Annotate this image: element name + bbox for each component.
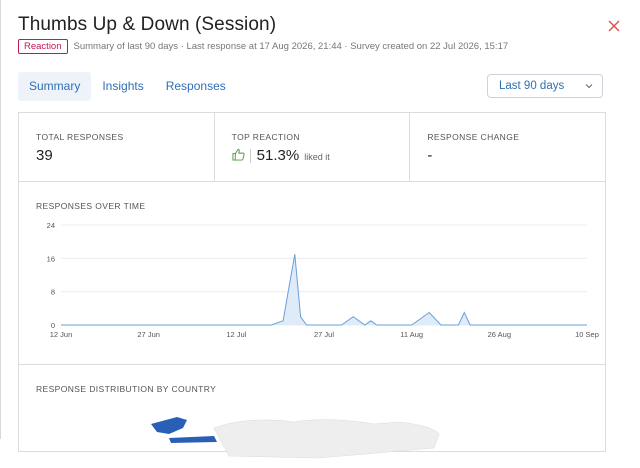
y-tick-label: 24 [47,221,55,230]
summary-panel: TOTAL RESPONSES 39 TOP REACTION 51.3% li… [18,112,606,459]
x-tick-label: 12 Jul [226,330,246,339]
tab-bar: Summary Insights Responses [18,72,237,101]
x-tick-label: 27 Jun [137,330,160,339]
series-line [61,254,587,326]
y-tick-label: 0 [51,321,55,330]
stat-value: 39 [36,147,53,164]
section-title: RESPONSE DISTRIBUTION BY COUNTRY [36,384,217,394]
page-title: Thumbs Up & Down (Session) [18,14,277,35]
tab-insights[interactable]: Insights [91,72,154,101]
stat-label: TOTAL RESPONSES [36,132,124,142]
x-tick-label: 26 Aug [488,330,511,339]
stat-label: RESPONSE CHANGE [427,132,520,142]
tab-summary[interactable]: Summary [18,72,92,101]
tab-responses[interactable]: Responses [155,72,237,101]
survey-meta-text: Summary of last 90 days · Last response … [73,41,509,52]
close-icon[interactable] [605,17,623,35]
stat-value: - [427,147,433,164]
x-tick-label: 11 Aug [400,330,423,339]
survey-type-badge: Reaction [18,39,68,54]
thumbs-up-icon [232,148,245,161]
world-map [151,417,440,459]
y-tick-label: 16 [47,254,55,263]
responses-over-time-chart: 0 8 16 24 12 Jun 27 Jun 12 Jul 27 Jul 11 Aug 26 A… [47,221,599,339]
stat-top-reaction: TOP REACTION 51.3% liked it [215,113,411,181]
x-tick-label: 27 Jul [314,330,334,339]
chevron-down-icon [585,84,593,89]
x-tick-label: 10 Sep [575,330,599,339]
date-range-value: Last 90 days [499,80,565,92]
responses-over-time-section: RESPONSES OVER TIME 0 8 16 24 12 Jun 27 Jun 12… [19,181,605,365]
stat-response-change: RESPONSE CHANGE - [410,113,605,181]
map-region-highlight [169,436,217,443]
survey-meta: Reaction Summary of last 90 days · Last … [18,39,508,54]
stats-row: TOTAL RESPONSES 39 TOP REACTION 51.3% li… [19,113,605,182]
series-area [61,254,587,325]
stat-suffix: liked it [304,152,330,162]
date-range-select[interactable]: Last 90 days [487,74,603,98]
y-tick-label: 8 [51,288,55,297]
survey-summary-modal: Thumbs Up & Down (Session) Reaction Summ… [0,0,640,459]
stat-total-responses: TOTAL RESPONSES 39 [19,113,215,181]
divider [249,148,251,163]
stat-value: 51.3% [256,147,300,164]
x-tick-label: 12 Jun [50,330,73,339]
stat-label: TOP REACTION [231,132,300,142]
map-region-highlight [151,417,187,434]
